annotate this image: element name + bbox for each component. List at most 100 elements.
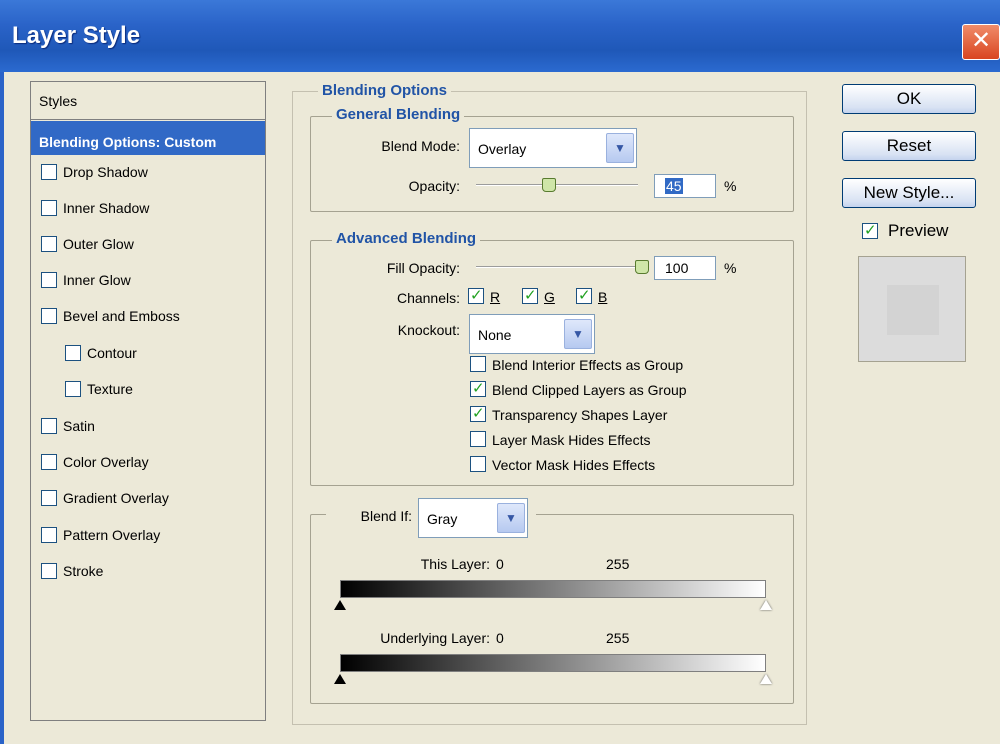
channel-g-label: G xyxy=(544,289,555,305)
style-item-label: Blending Options: Custom xyxy=(39,134,217,150)
style-item-satin[interactable]: Satin xyxy=(31,410,265,444)
satin-checkbox[interactable] xyxy=(41,418,57,434)
channel-r[interactable]: R xyxy=(468,286,512,308)
chevron-down-icon[interactable]: ▼ xyxy=(497,503,525,533)
this-layer-black-slider[interactable] xyxy=(334,600,346,610)
this-layer-label: This Layer: xyxy=(420,556,490,572)
underlying-layer-gradient xyxy=(340,654,766,672)
preview-label: Preview xyxy=(888,221,949,240)
style-item-label: Color Overlay xyxy=(63,454,149,470)
chevron-down-icon[interactable]: ▼ xyxy=(606,133,634,163)
color-overlay-checkbox[interactable] xyxy=(41,454,57,470)
fill-opacity-slider-thumb[interactable] xyxy=(635,260,649,274)
fill-opacity-value: 100 xyxy=(665,260,689,276)
transparency-shapes-checkbox[interactable] xyxy=(470,404,486,422)
channel-r-checkbox[interactable] xyxy=(468,286,484,304)
reset-button[interactable]: Reset xyxy=(842,131,976,161)
blend-interior-effects-option[interactable]: Blend Interior Effects as Group xyxy=(470,354,760,376)
opacity-value: 45 xyxy=(665,178,683,194)
fill-opacity-input[interactable]: 100 xyxy=(654,256,716,280)
texture-checkbox[interactable] xyxy=(65,381,81,397)
style-item-label: Outer Glow xyxy=(63,236,134,252)
style-item-bevel-emboss[interactable]: Bevel and Emboss xyxy=(31,300,265,334)
opacity-label: Opacity: xyxy=(408,178,460,194)
channels-label: Channels: xyxy=(396,290,460,306)
fill-opacity-slider-track[interactable] xyxy=(476,266,642,268)
channel-b[interactable]: B xyxy=(576,286,620,308)
close-icon[interactable]: ✕ xyxy=(962,24,1000,60)
contour-checkbox[interactable] xyxy=(65,345,81,361)
style-item-contour[interactable]: Contour xyxy=(31,337,265,371)
bevel-emboss-checkbox[interactable] xyxy=(41,308,57,324)
general-blending-title: General Blending xyxy=(332,106,465,123)
underlying-layer-black-slider[interactable] xyxy=(334,674,346,684)
blend-if-label: Blend If: xyxy=(360,508,412,524)
this-layer-min: 0 xyxy=(496,556,504,572)
option-label: Vector Mask Hides Effects xyxy=(492,457,656,473)
vector-mask-hides-checkbox[interactable] xyxy=(470,456,486,472)
chevron-down-icon[interactable]: ▼ xyxy=(564,319,592,349)
style-item-stroke[interactable]: Stroke xyxy=(31,555,265,589)
gradient-overlay-checkbox[interactable] xyxy=(41,490,57,506)
pattern-overlay-checkbox[interactable] xyxy=(41,527,57,543)
inner-shadow-checkbox[interactable] xyxy=(41,200,57,216)
styles-list: Styles Blending Options: Custom Drop Sha… xyxy=(30,81,266,721)
underlying-layer-max: 255 xyxy=(606,630,630,646)
style-item-label: Gradient Overlay xyxy=(63,490,169,506)
style-item-color-overlay[interactable]: Color Overlay xyxy=(31,446,265,480)
knockout-label: Knockout: xyxy=(397,322,460,338)
opacity-slider-thumb[interactable] xyxy=(541,178,556,192)
vector-mask-hides-option[interactable]: Vector Mask Hides Effects xyxy=(470,454,760,476)
this-layer-max: 255 xyxy=(606,556,630,572)
channel-b-label: B xyxy=(598,289,608,305)
opacity-input[interactable]: 45 xyxy=(654,174,716,198)
stroke-checkbox[interactable] xyxy=(41,563,57,579)
knockout-value: None xyxy=(478,327,512,343)
fill-opacity-unit: % xyxy=(724,260,737,276)
outer-glow-checkbox[interactable] xyxy=(41,236,57,252)
style-item-inner-glow[interactable]: Inner Glow xyxy=(31,264,265,298)
blend-clipped-layers-checkbox[interactable] xyxy=(470,379,486,397)
blend-if-select[interactable]: Gray ▼ xyxy=(418,498,528,538)
option-label: Blend Clipped Layers as Group xyxy=(492,382,687,398)
blend-if-value: Gray xyxy=(427,511,458,527)
advanced-blending-title: Advanced Blending xyxy=(332,230,481,247)
styles-header[interactable]: Styles xyxy=(31,82,265,120)
preview-swatch xyxy=(858,256,966,362)
inner-glow-checkbox[interactable] xyxy=(41,272,57,288)
new-style-button[interactable]: New Style... xyxy=(842,178,976,208)
style-item-blending-options[interactable]: Blending Options: Custom xyxy=(31,121,265,155)
blend-mode-select[interactable]: Overlay ▼ xyxy=(469,128,637,168)
style-item-drop-shadow[interactable]: Drop Shadow xyxy=(31,156,265,190)
opacity-slider-track[interactable] xyxy=(476,184,638,186)
style-item-gradient-overlay[interactable]: Gradient Overlay xyxy=(31,482,265,516)
channel-b-checkbox[interactable] xyxy=(576,286,592,304)
channel-g[interactable]: G xyxy=(522,286,566,308)
blend-mode-value: Overlay xyxy=(478,141,527,157)
style-item-inner-shadow[interactable]: Inner Shadow xyxy=(31,192,265,226)
style-item-outer-glow[interactable]: Outer Glow xyxy=(31,228,265,262)
blending-options-title: Blending Options xyxy=(318,82,451,99)
this-layer-white-slider[interactable] xyxy=(760,600,772,610)
channel-g-checkbox[interactable] xyxy=(522,286,538,304)
style-item-label: Bevel and Emboss xyxy=(63,308,180,324)
style-item-label: Contour xyxy=(87,345,137,361)
layer-mask-hides-option[interactable]: Layer Mask Hides Effects xyxy=(470,429,760,451)
blend-interior-effects-checkbox[interactable] xyxy=(470,356,486,372)
layer-style-dialog: Layer Style ✕ Styles Blending Options: C… xyxy=(0,0,1000,744)
drop-shadow-checkbox[interactable] xyxy=(41,164,57,180)
style-item-texture[interactable]: Texture xyxy=(31,373,265,407)
blend-mode-label: Blend Mode: xyxy=(381,138,460,154)
underlying-layer-label: Underlying Layer: xyxy=(380,630,490,646)
style-item-pattern-overlay[interactable]: Pattern Overlay xyxy=(31,519,265,553)
style-item-label: Texture xyxy=(87,381,133,397)
ok-button[interactable]: OK xyxy=(842,84,976,114)
preview-checkbox[interactable] xyxy=(862,221,878,239)
title-bar[interactable]: Layer Style ✕ xyxy=(0,0,1000,72)
knockout-select[interactable]: None ▼ xyxy=(469,314,595,354)
transparency-shapes-option[interactable]: Transparency Shapes Layer xyxy=(470,404,760,426)
underlying-layer-white-slider[interactable] xyxy=(760,674,772,684)
blend-clipped-layers-option[interactable]: Blend Clipped Layers as Group xyxy=(470,379,760,401)
option-label: Layer Mask Hides Effects xyxy=(492,432,651,448)
layer-mask-hides-checkbox[interactable] xyxy=(470,431,486,447)
